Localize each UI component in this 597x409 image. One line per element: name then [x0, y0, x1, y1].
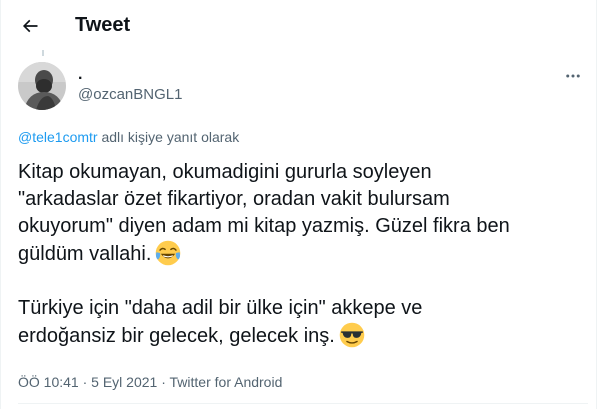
reply-context-suffix: adlı kişiye yanıt olarak: [97, 129, 240, 145]
thread-connector-line: [42, 50, 44, 56]
more-options-button[interactable]: [561, 66, 585, 86]
tweet-line: okuyorum" diyen adam mi kitap yazmiş. Gü…: [18, 215, 510, 237]
tweet-line: Kitap okumayan, okumadigini gururla soyl…: [18, 161, 432, 183]
meta-separator: ·: [78, 374, 92, 390]
tweet-time[interactable]: ÖÖ 10:41: [18, 374, 79, 390]
back-button[interactable]: [15, 11, 45, 41]
tweet-line: güldüm vallahi.: [18, 243, 152, 265]
tweet-page: Tweet . @ozcanBNGL1 @tele1comtr adlı kiş…: [0, 0, 597, 409]
display-name[interactable]: .: [78, 66, 82, 84]
avatar[interactable]: [18, 62, 66, 110]
tweet-line: Türkiye için "daha adil bir ülke için" a…: [18, 297, 423, 319]
tweet-meta: ÖÖ 10:41 · 5 Eyl 2021 · Twitter for Andr…: [18, 373, 282, 391]
tweet-paragraph: Türkiye için "daha adil bir ülke için" a…: [18, 295, 588, 350]
smiling-face-with-sunglasses-emoji: [339, 322, 365, 348]
face-with-tears-of-joy-emoji: [156, 240, 181, 266]
arrow-left-icon: [22, 19, 38, 33]
more-horizontal-icon: [566, 74, 580, 78]
reply-to-handle-link[interactable]: @tele1comtr: [18, 129, 98, 145]
username[interactable]: @ozcanBNGL1: [78, 86, 182, 104]
reply-context: @tele1comtr adlı kişiye yanıt olarak: [18, 128, 239, 146]
tweet-paragraph: Kitap okumayan, okumadigini gururla soyl…: [18, 159, 588, 268]
tweet-line: erdoğansiz bir gelecek, gelecek inş.: [18, 325, 335, 347]
page-title: Tweet: [75, 14, 131, 36]
page-header: Tweet: [1, 0, 596, 50]
tweet-date[interactable]: 5 Eyl 2021: [91, 374, 157, 390]
meta-separator: ·: [157, 374, 170, 390]
tweet-line: "arkadaslar özet fikartiyor, oradan vaki…: [18, 188, 450, 210]
avatar-image: [18, 62, 66, 110]
tweet-text: Kitap okumayan, okumadigini gururla soyl…: [18, 159, 588, 350]
divider: [18, 403, 588, 404]
tweet-source: Twitter for Android: [169, 374, 283, 390]
